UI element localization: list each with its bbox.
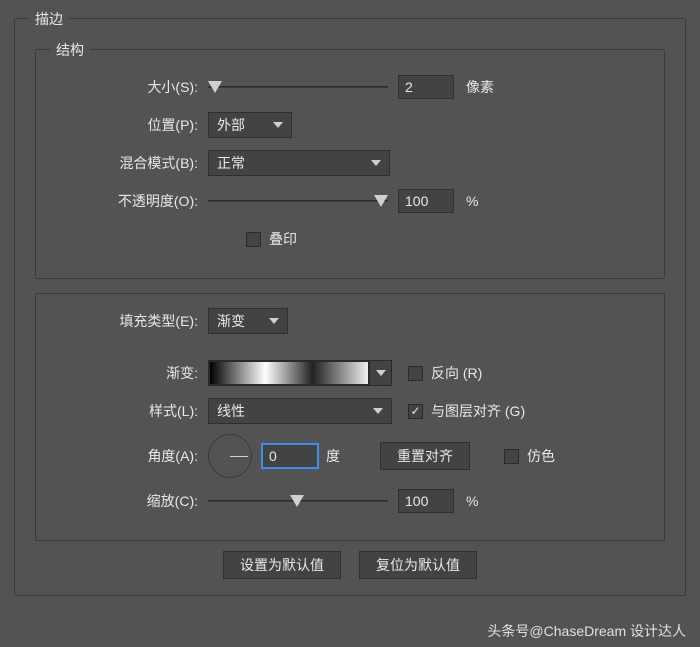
position-label: 位置(P): — [48, 115, 208, 135]
reset-align-label: 重置对齐 — [397, 446, 453, 466]
scale-unit: % — [466, 493, 478, 509]
align-label: 与图层对齐 (G) — [431, 401, 525, 421]
opacity-label: 不透明度(O): — [48, 191, 208, 211]
style-value: 线性 — [217, 401, 245, 421]
watermark-text: 头条号@ChaseDream 设计达人 — [487, 621, 686, 641]
style-row: 样式(L): 线性 与图层对齐 (G) — [48, 396, 652, 426]
blend-row: 混合模式(B): 正常 — [48, 148, 652, 178]
fill-type-select[interactable]: 渐变 — [208, 308, 288, 334]
dither-label: 仿色 — [527, 446, 555, 466]
gradient-row: 渐变: 反向 (R) — [48, 358, 652, 388]
overprint-label: 叠印 — [269, 229, 297, 249]
chevron-down-icon — [371, 160, 381, 166]
slider-track — [208, 200, 388, 202]
slider-thumb-icon[interactable] — [374, 195, 388, 207]
opacity-row: 不透明度(O): % — [48, 186, 652, 216]
slider-thumb-icon[interactable] — [290, 495, 304, 507]
angle-input[interactable] — [262, 444, 318, 468]
scale-label: 缩放(C): — [48, 491, 208, 511]
position-value: 外部 — [217, 115, 245, 135]
fill-group: 填充类型(E): 渐变 渐变: 反向 (R) 样式(L): 线性 — [35, 293, 665, 541]
slider-track — [208, 86, 388, 88]
gradient-dropdown-button[interactable] — [369, 361, 391, 385]
chevron-down-icon — [373, 408, 383, 414]
overprint-row: 叠印 — [48, 224, 652, 254]
reverse-checkbox[interactable] — [408, 366, 423, 381]
fill-type-row: 填充类型(E): 渐变 — [48, 306, 652, 336]
size-row: 大小(S): 像素 — [48, 72, 652, 102]
dither-checkbox[interactable] — [504, 449, 519, 464]
reset-align-button[interactable]: 重置对齐 — [380, 442, 470, 470]
set-default-label: 设置为默认值 — [240, 555, 324, 575]
chevron-down-icon — [376, 370, 386, 376]
chevron-down-icon — [269, 318, 279, 324]
size-slider[interactable] — [208, 77, 388, 97]
reverse-label: 反向 (R) — [431, 363, 482, 383]
position-row: 位置(P): 外部 — [48, 110, 652, 140]
chevron-down-icon — [273, 122, 283, 128]
slider-thumb-icon[interactable] — [208, 81, 222, 93]
blend-mode-select[interactable]: 正常 — [208, 150, 390, 176]
style-label: 样式(L): — [48, 401, 208, 421]
gradient-label: 渐变: — [48, 363, 208, 383]
opacity-unit: % — [466, 193, 478, 209]
blend-label: 混合模式(B): — [48, 153, 208, 173]
opacity-slider[interactable] — [208, 191, 388, 211]
reset-default-button[interactable]: 复位为默认值 — [359, 551, 477, 579]
style-select[interactable]: 线性 — [208, 398, 392, 424]
fill-type-label: 填充类型(E): — [48, 311, 208, 331]
opacity-input[interactable] — [398, 189, 454, 213]
size-input[interactable] — [398, 75, 454, 99]
size-unit: 像素 — [466, 77, 494, 97]
angle-unit: 度 — [326, 446, 340, 466]
reset-default-label: 复位为默认值 — [376, 555, 460, 575]
structure-group: 结构 大小(S): 像素 位置(P): 外部 混合模式(B): 正常 — [35, 49, 665, 279]
gradient-picker[interactable] — [208, 360, 392, 386]
size-label: 大小(S): — [48, 77, 208, 97]
align-checkbox[interactable] — [408, 404, 423, 419]
scale-slider[interactable] — [208, 491, 388, 511]
set-default-button[interactable]: 设置为默认值 — [223, 551, 341, 579]
gradient-preview[interactable] — [209, 361, 369, 385]
position-select[interactable]: 外部 — [208, 112, 292, 138]
stroke-panel: 描边 结构 大小(S): 像素 位置(P): 外部 混合模式(B): 正常 — [14, 18, 686, 596]
blend-value: 正常 — [217, 153, 245, 173]
overprint-checkbox[interactable] — [246, 232, 261, 247]
scale-input[interactable] — [398, 489, 454, 513]
angle-dial[interactable] — [208, 434, 252, 478]
stroke-panel-title: 描边 — [29, 9, 69, 29]
default-buttons-row: 设置为默认值 复位为默认值 — [15, 551, 685, 579]
angle-label: 角度(A): — [48, 446, 208, 466]
scale-row: 缩放(C): % — [48, 486, 652, 516]
fill-type-value: 渐变 — [217, 311, 245, 331]
angle-row: 角度(A): 度 重置对齐 仿色 — [48, 434, 652, 478]
structure-title: 结构 — [50, 40, 90, 60]
